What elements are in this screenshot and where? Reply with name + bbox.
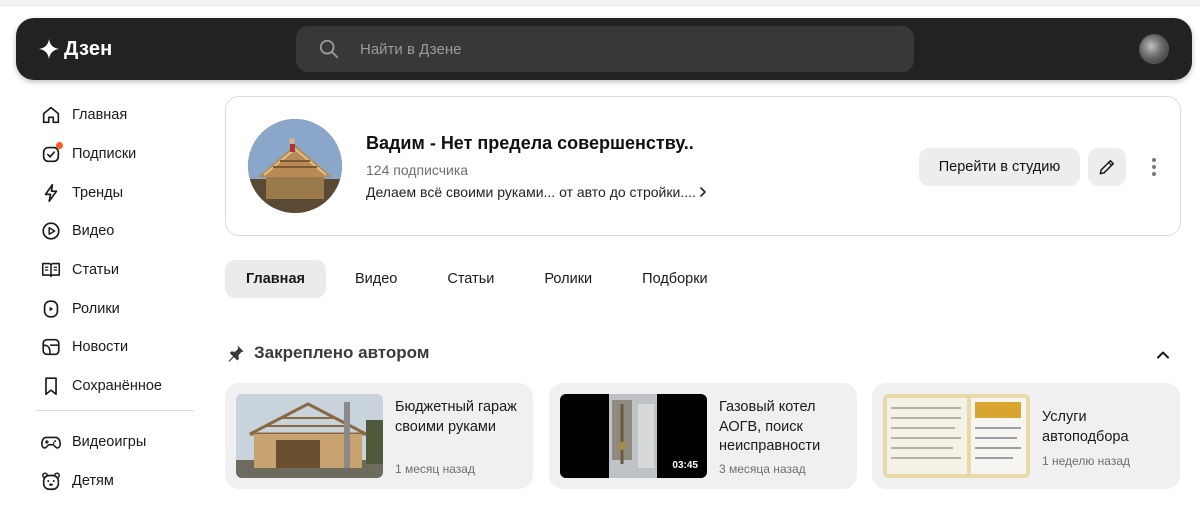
book-icon [41,262,61,278]
sidebar-item-label: Тренды [72,184,124,201]
sidebar-item-home[interactable]: Главная [28,96,208,135]
shorts-icon [43,300,59,318]
search-bar[interactable] [296,26,914,72]
tab-video[interactable]: Видео [334,260,418,298]
channel-description-text: Делаем всё своими руками... от авто до с… [366,184,696,200]
sidebar-item-label: Видеоигры [72,433,147,450]
lightning-icon [44,183,58,202]
search-icon [319,39,339,59]
chevron-right-icon [700,187,707,197]
channel-description[interactable]: Делаем всё своими руками... от авто до с… [366,184,708,200]
channel-avatar-image [248,119,342,213]
user-avatar[interactable] [1139,34,1169,64]
top-header: Дзен [16,18,1192,80]
more-dot-icon [1152,165,1156,169]
more-dot-icon [1152,158,1156,162]
card-thumbnail [883,394,1030,478]
tab-articles[interactable]: Статьи [426,260,515,298]
sidebar-divider [36,409,194,411]
sidebar-item-news[interactable]: Новости [28,328,208,367]
sidebar: Главная Подписки Тренды Видео Статьи Рол… [28,96,208,500]
pinned-card[interactable]: 03:45 Газовый котел АОГВ, поиск неисправ… [549,383,857,489]
garage-thumbnail-image [236,394,383,478]
sidebar-item-label: Ролики [72,300,120,317]
sidebar-item-articles[interactable]: Статьи [28,251,208,290]
sparkle-logo-icon [38,38,60,60]
sidebar-item-label: Видео [72,223,115,240]
channel-tabs: Главная Видео Статьи Ролики Подборки [225,260,737,298]
home-icon [42,107,60,124]
card-thumbnail [236,394,383,478]
bear-icon [42,472,60,490]
more-options-button[interactable] [1144,152,1164,182]
pinned-title-text: Закреплено автором [254,343,430,362]
gamepad-icon [41,436,61,449]
edit-button[interactable] [1088,148,1126,186]
go-to-studio-button[interactable]: Перейти в студию [919,148,1080,186]
notification-dot [56,141,63,149]
sidebar-item-videogames[interactable]: Видеоигры [28,423,208,462]
sidebar-item-label: Главная [72,107,128,124]
card-title: Бюджетный гараж своими руками [395,399,517,435]
sidebar-item-kids[interactable]: Детям [28,461,208,500]
card-title: Газовый котел АОГВ, поиск неисправности [719,399,821,454]
autoselection-thumbnail-image [883,394,1030,478]
tab-shorts[interactable]: Ролики [523,260,613,298]
card-title: Услуги автоподбора [1042,409,1129,445]
sidebar-item-label: Сохранённое [72,378,162,395]
card-date: 3 месяца назад [719,462,806,476]
news-icon [42,339,60,356]
video-play-icon [42,222,60,241]
card-date: 1 неделю назад [1042,454,1131,468]
bookmark-icon [45,377,57,396]
tab-home[interactable]: Главная [225,260,326,298]
browser-top-strip [0,0,1200,6]
search-input[interactable] [360,40,840,58]
sidebar-item-trends[interactable]: Тренды [28,173,208,212]
pin-icon [228,345,244,362]
dzen-logo[interactable]: Дзен [38,36,112,62]
channel-avatar[interactable] [248,119,342,213]
pinned-card[interactable]: Услуги автоподбора 1 неделю назад [872,383,1180,489]
sidebar-item-subscriptions[interactable]: Подписки [28,135,208,174]
pencil-icon [1099,160,1114,175]
sidebar-item-video[interactable]: Видео [28,212,208,251]
video-duration: 03:45 [669,459,701,472]
collapse-pinned-button[interactable] [1152,344,1174,366]
sidebar-item-label: Новости [72,339,129,356]
channel-name: Вадим - Нет предела совершенству.. [366,133,694,153]
sidebar-item-label: Детям [72,472,114,489]
card-date: 1 месяц назад [395,462,475,476]
sidebar-item-label: Подписки [72,146,137,163]
card-thumbnail: 03:45 [560,394,707,478]
subscriber-count: 124 подписчика [366,162,469,178]
sidebar-item-saved[interactable]: Сохранённое [28,367,208,406]
chevron-up-icon [1157,351,1169,359]
sidebar-item-shorts[interactable]: Ролики [28,289,208,328]
pinned-card[interactable]: Бюджетный гараж своими руками 1 месяц на… [225,383,533,489]
channel-header-card: Вадим - Нет предела совершенству.. 124 п… [225,96,1181,236]
logo-text: Дзен [64,37,113,60]
tab-collections[interactable]: Подборки [621,260,729,298]
sidebar-item-label: Статьи [72,262,119,279]
pinned-section-title: Закреплено автором [226,343,429,363]
more-dot-icon [1152,172,1156,176]
